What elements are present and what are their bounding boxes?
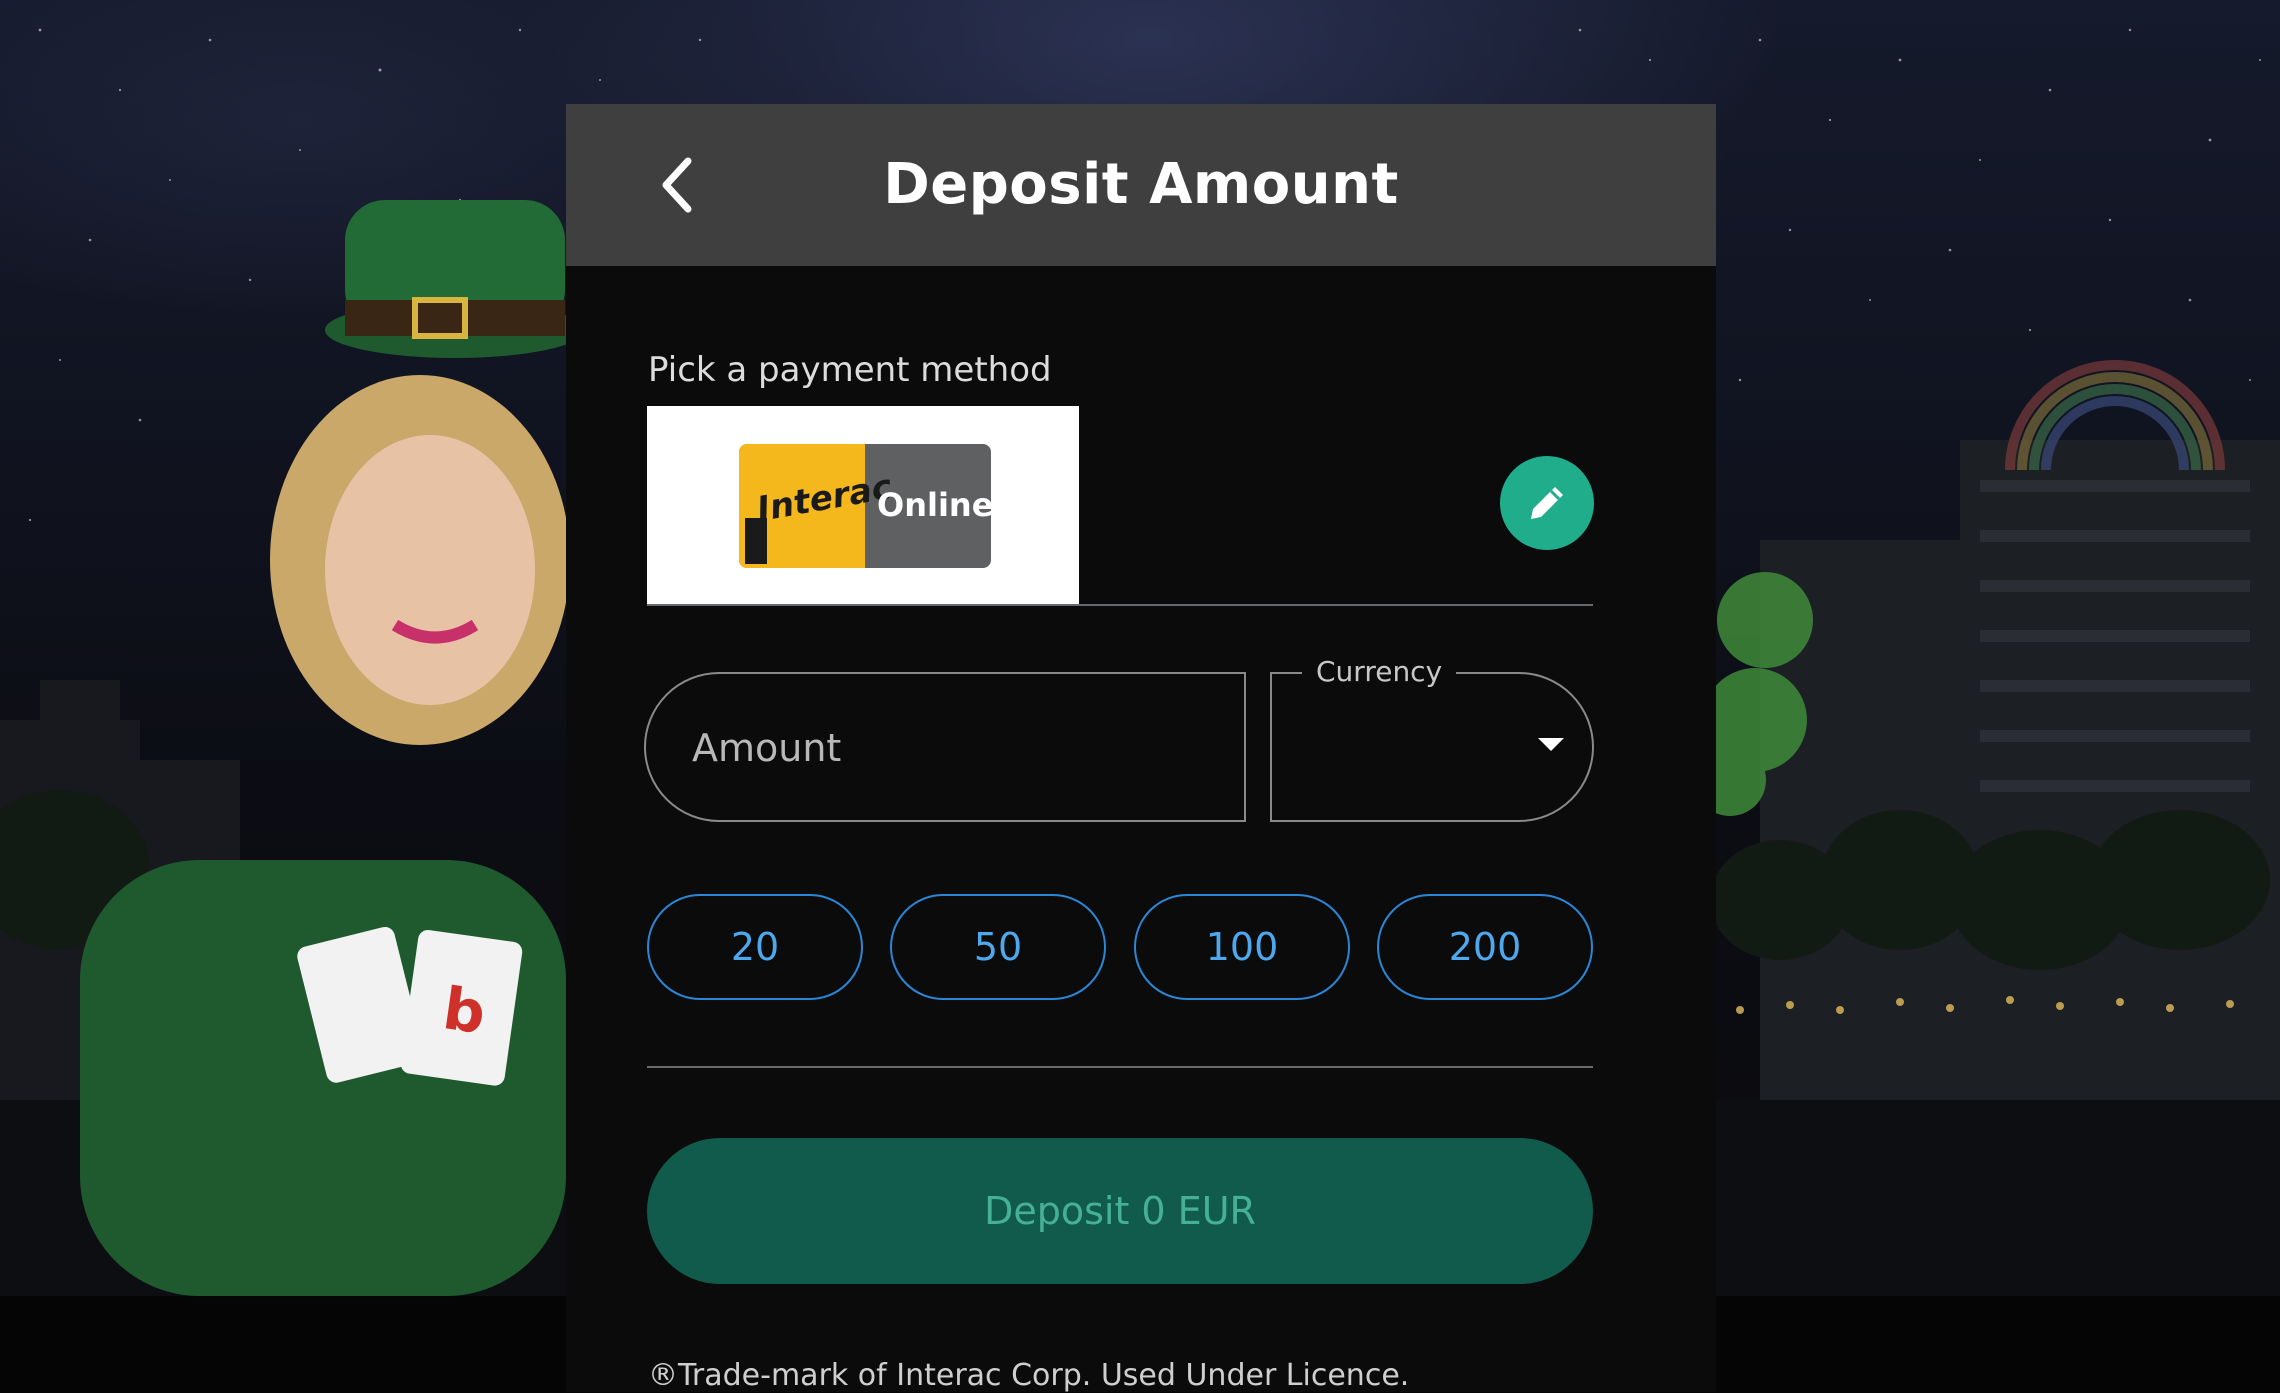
- svg-text:Online: Online: [877, 486, 991, 524]
- pencil-icon: [1531, 487, 1563, 519]
- payment-method-card[interactable]: Interac Online: [647, 406, 1079, 604]
- payment-method-underline: [647, 604, 1593, 606]
- edit-payment-method-button[interactable]: [1500, 456, 1594, 550]
- interac-online-logo: Interac Online: [739, 444, 991, 568]
- payment-method-label: Pick a payment method: [648, 350, 1052, 390]
- quick-amount-50-button[interactable]: 50: [890, 894, 1106, 1000]
- trademark-notice: ®Trade-mark of Interac Corp. Used Under …: [648, 1358, 1410, 1393]
- deposit-modal: Deposit Amount Pick a payment method Int…: [566, 104, 1716, 1393]
- chevron-left-icon: [662, 157, 692, 213]
- page-title: Deposit Amount: [883, 152, 1399, 217]
- quick-amount-200-button[interactable]: 200: [1377, 894, 1593, 1000]
- section-divider: [647, 1066, 1593, 1068]
- currency-select[interactable]: Currency: [1270, 654, 1594, 822]
- quick-amount-100-button[interactable]: 100: [1134, 894, 1350, 1000]
- deposit-button[interactable]: Deposit 0 EUR: [647, 1138, 1593, 1284]
- quick-amount-20-button[interactable]: 20: [647, 894, 863, 1000]
- amount-input[interactable]: [690, 674, 1214, 822]
- amount-field: [644, 672, 1246, 822]
- currency-label: Currency: [1302, 654, 1457, 690]
- back-button[interactable]: [642, 150, 712, 220]
- hostess-illustration: b: [80, 200, 585, 1296]
- quick-amount-buttons: 20 50 100 200: [647, 888, 1593, 1000]
- modal-header: Deposit Amount: [566, 104, 1716, 266]
- caret-down-icon: [1538, 738, 1564, 751]
